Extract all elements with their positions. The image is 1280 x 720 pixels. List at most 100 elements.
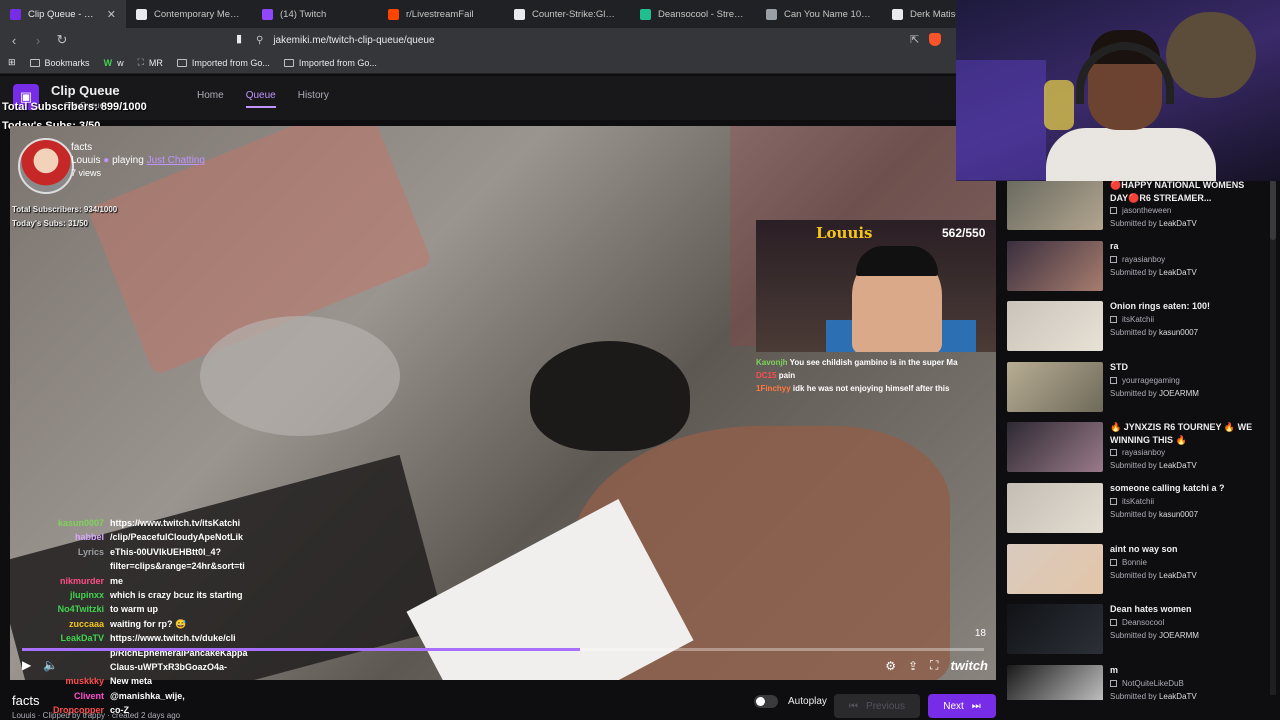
inset-chat-user: 1Finchyy <box>756 384 791 393</box>
clip-broadcaster-line: Louuis ● playing Just Chatting <box>71 155 205 166</box>
queue-thumbnail[interactable] <box>1007 543 1103 594</box>
queue-item[interactable]: m NotQuiteLikeDuB Submitted by LeakDaTV <box>1000 661 1270 700</box>
browser-tab[interactable]: Counter-Strike:Global Offe <box>504 0 630 28</box>
browser-tab[interactable]: r/LivestreamFail <box>378 0 504 28</box>
queue-item[interactable]: Dean hates women Deansocool Submitted by J… <box>1000 600 1270 661</box>
inset-chat-message: You see childish gambino is in the super… <box>789 358 958 367</box>
previous-button[interactable]: ⏮ Previous <box>834 694 920 718</box>
browser-tab[interactable]: Contemporary Menswear <box>126 0 252 28</box>
queue-channel-name: itsKatchii <box>1122 496 1155 506</box>
tab-favicon-icon <box>514 8 525 20</box>
browser-tab[interactable]: Deansocool - Streamer Ov <box>630 0 756 28</box>
queue-scrollbar[interactable] <box>1270 180 1276 695</box>
autoplay-switch[interactable] <box>754 695 778 708</box>
tab-label: Clip Queue - Closed <box>28 8 100 20</box>
queue-thumbnail[interactable] <box>1007 604 1103 655</box>
bookmark-imported-1[interactable]: Imported from Go... <box>176 58 270 68</box>
queue-thumbnail[interactable] <box>1007 240 1103 291</box>
submitter-name: JOEARMM <box>1158 388 1199 398</box>
broadcaster-avatar[interactable] <box>18 138 74 194</box>
tab-label: (14) Twitch <box>280 8 327 20</box>
overlay-chat-message: https://www.twitch.tv/itsKatchi <box>110 518 241 528</box>
nav-home[interactable]: Home <box>197 90 224 108</box>
overlay-chat-user: Lyrics <box>77 546 104 557</box>
url-text: jakemiki.me/twitch-clip-queue/queue <box>273 34 435 46</box>
queue-item-title: 🔴HAPPY NATIONAL WOMENS DAY🔴R6 STREAMER..… <box>1110 180 1245 203</box>
volume-icon[interactable]: 🔈 <box>43 658 58 672</box>
apps-grid-icon[interactable]: ⊞ <box>8 57 16 68</box>
queue-item[interactable]: someone calling katchi a ? itsKatchii Subm… <box>1000 479 1270 540</box>
site-info-icon[interactable]: ⚲ <box>256 35 263 46</box>
bookmark-icon[interactable]: ▮ <box>236 32 242 45</box>
url-field[interactable]: ⚲ jakemiki.me/twitch-clip-queue/queue <box>256 30 956 50</box>
queue-thumbnail[interactable] <box>1007 482 1103 533</box>
tab-favicon-icon <box>136 8 147 20</box>
bookmark-imported-2[interactable]: Imported from Go... <box>283 58 377 68</box>
inset-chat-line: 1Finchyy idk he was not enjoying himself… <box>756 382 996 395</box>
share-page-icon[interactable]: ⇱ <box>910 33 919 46</box>
share-icon[interactable]: ⇪ <box>908 659 918 673</box>
brave-shields-icon[interactable] <box>929 33 942 46</box>
nav-history[interactable]: History <box>298 90 329 108</box>
inset-chat-line: DC15 pain <box>756 369 996 382</box>
inset-chat-user: Kavonjh <box>756 358 788 367</box>
overlay-chat-line: jlupinxx which is crazy bcuz its starting <box>12 588 272 602</box>
progress-bar[interactable] <box>22 648 984 651</box>
overlay-chat-user: jlupinxx <box>69 590 104 601</box>
game-link[interactable]: Just Chatting <box>147 155 205 166</box>
overlay-chat-message: which is crazy bcuz its starting <box>110 590 243 601</box>
back-button[interactable]: ‹ <box>4 33 24 48</box>
bookmark-w[interactable]: W w <box>104 58 124 68</box>
queue-item-submitter: Submitted by kasun0007 <box>1110 510 1198 519</box>
bookmark-mr[interactable]: ⛶ MR <box>138 57 163 68</box>
clip-icon <box>1110 497 1117 505</box>
queue-item-submitter: Submitted by JOEARMM <box>1110 631 1199 640</box>
queue-thumbnail[interactable] <box>1007 180 1103 230</box>
queue-item[interactable]: ra rayasianboy Submitted by LeakDaTV <box>1000 237 1270 298</box>
overlay-chat-line: Lyrics eThis-00UVIkUEHBtt0I_4? <box>12 545 272 559</box>
video-person-hair <box>530 341 690 451</box>
browser-tab[interactable]: Clip Queue - Closed ✕ <box>0 0 126 28</box>
settings-icon[interactable]: ⚙ <box>885 659 896 673</box>
queue-thumbnail[interactable] <box>1007 301 1103 352</box>
cam-figure <box>1044 80 1074 130</box>
tab-label: r/LivestreamFail <box>406 8 474 20</box>
forward-button[interactable]: › <box>28 33 48 48</box>
inset-chat-user: DC15 <box>756 371 777 380</box>
browser-tab[interactable]: Can You Name 100 Wome <box>756 0 882 28</box>
submitter-name: LeakDaTV <box>1158 267 1197 277</box>
tab-close-icon[interactable]: ✕ <box>107 8 116 21</box>
bookmarks-folder[interactable]: Bookmarks <box>29 58 90 68</box>
overlay-chat-line: habbel/clip/PeacefulCloudyApeNotLik <box>12 530 272 544</box>
queue-item[interactable]: 🔥 JYNXZIS R6 TOURNEY 🔥 WE WINNING THIS 🔥… <box>1000 418 1270 479</box>
next-button[interactable]: Next ⏭ <box>928 694 996 718</box>
browser-tab[interactable]: (14) Twitch <box>252 0 378 28</box>
tab-label: Contemporary Menswear <box>154 8 242 20</box>
inset-chat: Kavonjh You see childish gambino is in t… <box>756 356 996 395</box>
submitted-by-label: Submitted by <box>1110 509 1157 519</box>
queue-thumbnail[interactable] <box>1007 664 1103 700</box>
queue-item[interactable]: aint no way son Bonnie Submitted by LeakDa… <box>1000 540 1270 601</box>
nav-queue[interactable]: Queue <box>245 90 276 108</box>
playing-label: playing <box>112 155 144 166</box>
queue-item[interactable]: 🔴HAPPY NATIONAL WOMENS DAY🔴R6 STREAMER..… <box>1000 176 1270 237</box>
play-icon[interactable]: ▶ <box>22 658 31 672</box>
autoplay-toggle[interactable]: Autoplay <box>754 695 827 708</box>
twitch-logo[interactable]: twitch <box>950 658 988 673</box>
queue-thumbnail[interactable] <box>1007 422 1103 473</box>
fullscreen-icon[interactable]: ⛶ <box>930 658 938 673</box>
submitter-name: kasun0007 <box>1158 509 1199 519</box>
queue-channel-name: Deansocool <box>1122 618 1165 628</box>
submitted-by-label: Submitted by <box>1110 388 1157 398</box>
queue-item[interactable]: Onion rings eaten: 100! itsKatchii Submitt… <box>1000 297 1270 358</box>
cam-plush <box>1166 12 1256 98</box>
queue-thumbnail[interactable] <box>1007 361 1103 412</box>
submitted-by-label: Submitted by <box>1110 461 1157 471</box>
queue-item-channel: jasontheween <box>1110 206 1171 215</box>
tab-favicon-icon <box>892 8 903 20</box>
tab-favicon-icon <box>262 8 273 20</box>
broadcaster-name[interactable]: Louuis <box>71 155 100 166</box>
queue-item[interactable]: STD yourragegaming Submitted by JOEARMM <box>1000 358 1270 419</box>
queue-scroll-thumb[interactable] <box>1270 180 1276 240</box>
reload-button[interactable]: ↻ <box>52 32 72 48</box>
